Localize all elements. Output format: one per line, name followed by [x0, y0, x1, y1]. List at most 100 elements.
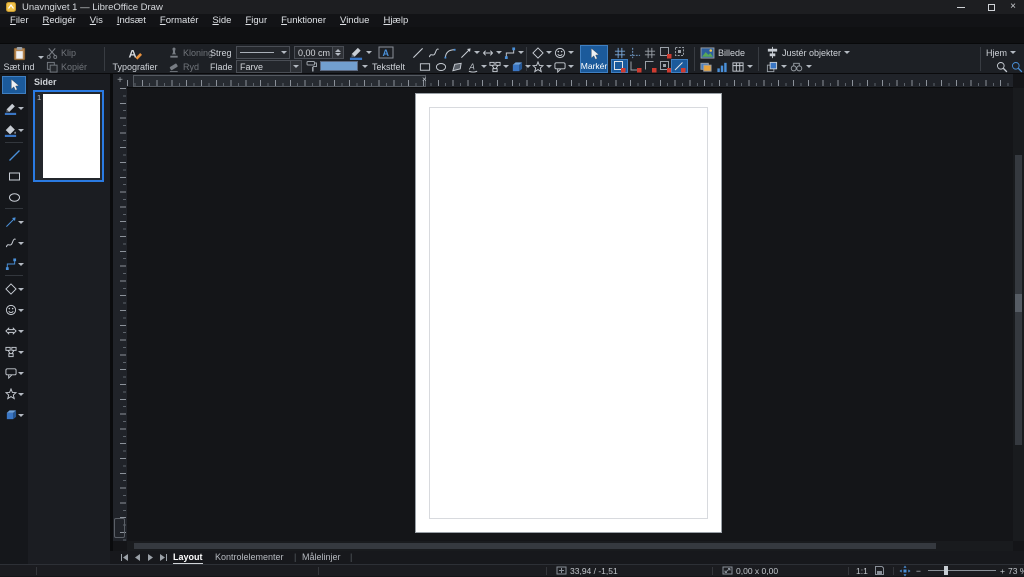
menu-vis[interactable]: Vis — [83, 14, 110, 27]
flowchart-dropdown-icon[interactable] — [18, 351, 24, 354]
vertical-scrollbar[interactable] — [1013, 88, 1024, 541]
basic-shapes-dropdown-icon[interactable] — [546, 51, 552, 54]
arrange-button[interactable] — [766, 60, 787, 73]
line-tool-button[interactable] — [412, 46, 424, 59]
fill-color-dropdown-icon[interactable] — [362, 65, 368, 68]
curves-polygons-dropdown-icon[interactable] — [18, 242, 24, 245]
snap-to-page-margins-button[interactable] — [674, 46, 687, 59]
sidebar-3d-objects-tool[interactable] — [2, 406, 26, 424]
sidebar-rectangle-tool[interactable] — [2, 167, 26, 185]
sidebar-curves-polygons-tool[interactable] — [2, 234, 26, 252]
sidebar-flowchart-tool[interactable] — [2, 343, 26, 361]
insert-image-button[interactable]: Billede — [700, 46, 745, 59]
menu-side[interactable]: Side — [205, 14, 238, 27]
ellipse-tool-button[interactable] — [435, 60, 447, 73]
search-button[interactable] — [1011, 60, 1023, 73]
paste-button[interactable]: Sæt ind — [2, 45, 36, 73]
3d-objects-dropdown-icon[interactable] — [525, 65, 531, 68]
line-width-spinner[interactable]: 0,00 cm — [294, 46, 344, 59]
vertical-scrollbar-grip[interactable] — [1015, 294, 1022, 312]
freeform-tool-button[interactable] — [428, 46, 440, 59]
symbol-shapes-dropdown-icon[interactable] — [568, 51, 574, 54]
fill-style-button[interactable] — [306, 60, 318, 73]
basic-shapes-dropdown-icon[interactable] — [18, 288, 24, 291]
connectors-dropdown-icon[interactable] — [518, 51, 524, 54]
menu-indsaet[interactable]: Indsæt — [110, 14, 153, 27]
callout-shapes-button[interactable] — [554, 60, 566, 73]
fill-color-swatch[interactable] — [320, 61, 358, 71]
connectors-button[interactable] — [504, 46, 516, 59]
zoom-slider-track[interactable] — [928, 570, 996, 571]
snap-to-helplines-button[interactable] — [659, 46, 672, 59]
zoom-in-button[interactable]: + — [1000, 565, 1005, 576]
layer-tab-maalelinjer[interactable]: Målelinjer — [302, 552, 341, 563]
snap-to-snap-guides-button[interactable] — [644, 60, 657, 73]
horizontal-ruler[interactable]: × — [127, 74, 1013, 88]
clear-formatting-button[interactable]: Ryd — [168, 60, 199, 73]
close-button[interactable]: × — [1002, 0, 1024, 14]
page-thumbnail[interactable]: 1 — [33, 90, 104, 182]
lines-arrows-button[interactable] — [460, 46, 472, 59]
rectangle-tool-button[interactable] — [419, 60, 431, 73]
snap-to-object-border-button[interactable] — [611, 59, 628, 73]
fill-color-dropdown-icon[interactable] — [18, 129, 24, 132]
3d-objects-button[interactable] — [511, 60, 523, 73]
basic-shapes-button[interactable] — [532, 46, 544, 59]
last-layer-icon[interactable] — [159, 553, 168, 562]
snap-extension-button[interactable] — [671, 59, 688, 73]
callout-shapes-dropdown-icon[interactable] — [568, 65, 574, 68]
zoom-ratio-cell[interactable]: 1:1 — [856, 565, 868, 576]
sidebar-connectors-tool[interactable] — [2, 255, 26, 273]
star-shapes-button[interactable] — [532, 60, 544, 73]
lines-arrows-dropdown-icon[interactable] — [474, 51, 480, 54]
polygon-tool-button[interactable] — [451, 60, 463, 73]
3d-objects-dropdown-icon[interactable] — [18, 414, 24, 417]
connectors-dropdown-icon[interactable] — [18, 263, 24, 266]
sidebar-block-arrows-tool[interactable] — [2, 322, 26, 340]
document-page[interactable] — [415, 93, 722, 533]
symbol-shapes-button[interactable] — [554, 46, 566, 59]
horizontal-scrollbar-thumb[interactable] — [134, 543, 936, 549]
menu-formater[interactable]: Formatér — [153, 14, 206, 27]
area-fill-dropdown-button[interactable] — [290, 61, 301, 72]
cursor-position-cell[interactable]: 33,94 / -1,51 — [556, 565, 618, 576]
menu-hjaelp[interactable]: Hjælp — [376, 14, 415, 27]
measure-arrows-dropdown-icon[interactable] — [496, 51, 502, 54]
paste-dropdown-icon[interactable] — [38, 56, 44, 59]
sidebar-ellipse-tool[interactable] — [2, 188, 26, 206]
stars-dropdown-icon[interactable] — [18, 393, 24, 396]
curve-tool-button[interactable] — [444, 46, 456, 59]
clone-formatting-button[interactable]: Kloning — [168, 46, 213, 59]
fontwork-button[interactable]: A — [467, 60, 479, 73]
notebookbar-context-button[interactable]: Hjem — [986, 46, 1016, 59]
zoom-button[interactable] — [996, 60, 1008, 73]
menu-vindue[interactable]: Vindue — [333, 14, 376, 27]
cut-button[interactable]: Klip — [46, 46, 76, 59]
fit-page-button[interactable] — [899, 565, 911, 576]
lines-arrows-dropdown-icon[interactable] — [18, 221, 24, 224]
copy-button[interactable]: Kopiér — [46, 60, 87, 73]
sidebar-line-color-tool[interactable] — [2, 99, 26, 117]
previous-layer-icon[interactable] — [133, 553, 142, 562]
layer-tab-layout[interactable]: Layout — [173, 552, 203, 564]
flowchart-dropdown-icon[interactable] — [503, 65, 509, 68]
snap-to-object-points-button[interactable] — [629, 60, 642, 73]
find-replace-button[interactable] — [790, 60, 812, 73]
ruler-origin-button[interactable]: + — [113, 74, 127, 88]
maximize-button[interactable] — [980, 0, 1002, 14]
textbox-button[interactable]: A — [378, 46, 394, 59]
snap-to-grid-button[interactable] — [644, 46, 656, 59]
sidebar-callouts-tool[interactable] — [2, 364, 26, 382]
fontwork-dropdown-icon[interactable] — [481, 65, 487, 68]
sidebar-symbol-shapes-tool[interactable] — [2, 301, 26, 319]
layer-tab-kontrolelementer[interactable]: Kontrolelementer — [215, 552, 284, 563]
line-color-dropdown-icon[interactable] — [18, 107, 24, 110]
zoom-percent-cell[interactable]: 73 % — [1008, 565, 1024, 576]
next-layer-icon[interactable] — [146, 553, 155, 562]
measure-arrows-button[interactable] — [482, 46, 494, 59]
vertical-ruler[interactable] — [113, 88, 127, 541]
callouts-dropdown-icon[interactable] — [18, 372, 24, 375]
menu-figur[interactable]: Figur — [238, 14, 274, 27]
horizontal-scrollbar[interactable] — [127, 541, 1013, 551]
star-shapes-dropdown-icon[interactable] — [546, 65, 552, 68]
